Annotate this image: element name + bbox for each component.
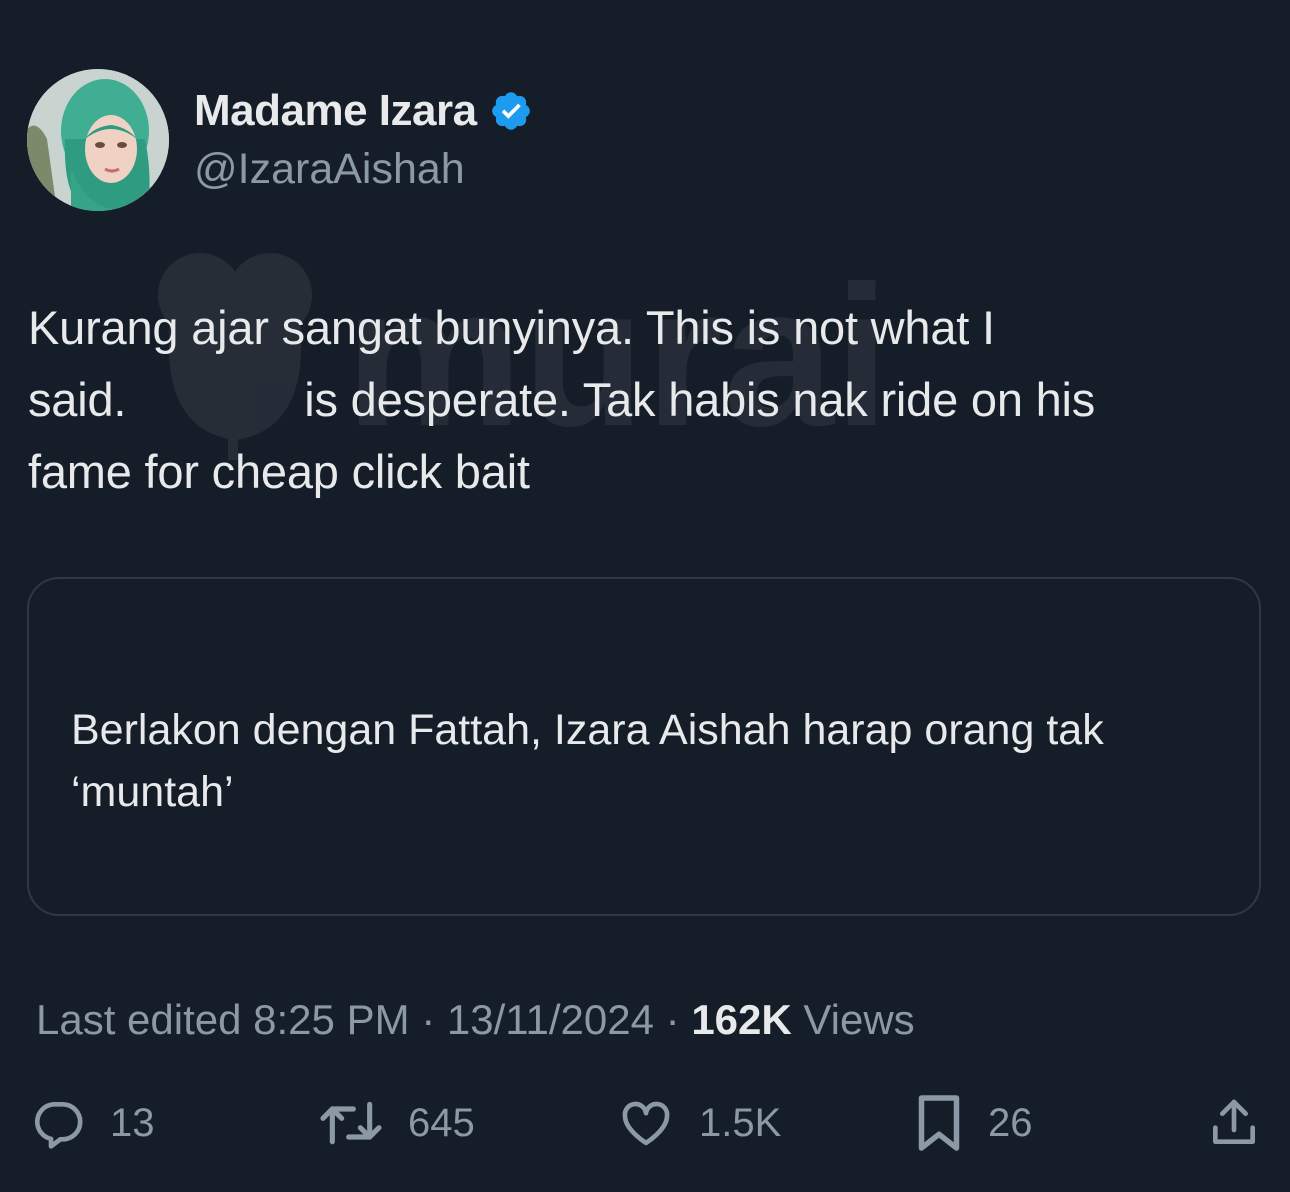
tweet-line-2-rest: is desperate. Tak habis nak ride on his: [304, 373, 1096, 426]
author-avatar[interactable]: [27, 69, 169, 211]
reply-button[interactable]: 13: [30, 1092, 155, 1154]
author-display-name[interactable]: Madame Izara: [194, 86, 477, 136]
verified-badge-icon: [491, 92, 530, 130]
reply-count: 13: [110, 1100, 155, 1145]
meta-separator: ·: [653, 996, 692, 1043]
tweet-line-2: said. is desperate. Tak habis nak ride on…: [28, 364, 1268, 436]
tweet-line-2-lead: said.: [28, 373, 127, 426]
bookmark-count: 26: [988, 1100, 1033, 1145]
tweet-line-1: Kurang ajar sangat bunyinya. This is not…: [28, 301, 995, 354]
edited-timestamp[interactable]: Last edited 8:25 PM · 13/11/2024: [36, 996, 654, 1044]
repost-icon: [320, 1101, 382, 1145]
tweet-line-3: fame for cheap click bait: [28, 445, 530, 498]
repost-button[interactable]: 645: [318, 1092, 475, 1154]
tweet-body: Kurang ajar sangat bunyinya. This is not…: [28, 292, 1268, 508]
views-label: Views: [791, 996, 915, 1043]
redacted-mention: [126, 415, 304, 416]
like-count: 1.5K: [699, 1100, 782, 1145]
reply-icon: [34, 1102, 83, 1149]
avatar-image: [27, 69, 169, 211]
heart-icon: [622, 1101, 670, 1146]
share-button[interactable]: [1206, 1092, 1262, 1154]
quoted-link-card[interactable]: Berlakon dengan Fattah, Izara Aishah har…: [27, 577, 1261, 916]
author-handle[interactable]: @IzaraAishah: [194, 145, 465, 194]
author-name-row: Madame Izara: [194, 84, 533, 138]
repost-count: 645: [408, 1100, 475, 1145]
like-button[interactable]: 1.5K: [617, 1092, 781, 1154]
tweet-meta: Last edited 8:25 PM · 13/11/2024 · 162K …: [36, 994, 915, 1046]
quoted-headline: Berlakon dengan Fattah, Izara Aishah har…: [71, 706, 1104, 816]
bookmark-icon: [918, 1095, 960, 1151]
action-bar: 13 645 1.5K 26: [0, 1092, 1290, 1154]
views-count: 162K: [691, 996, 792, 1043]
bookmark-button[interactable]: 26: [914, 1092, 1033, 1154]
share-icon: [1213, 1099, 1255, 1144]
